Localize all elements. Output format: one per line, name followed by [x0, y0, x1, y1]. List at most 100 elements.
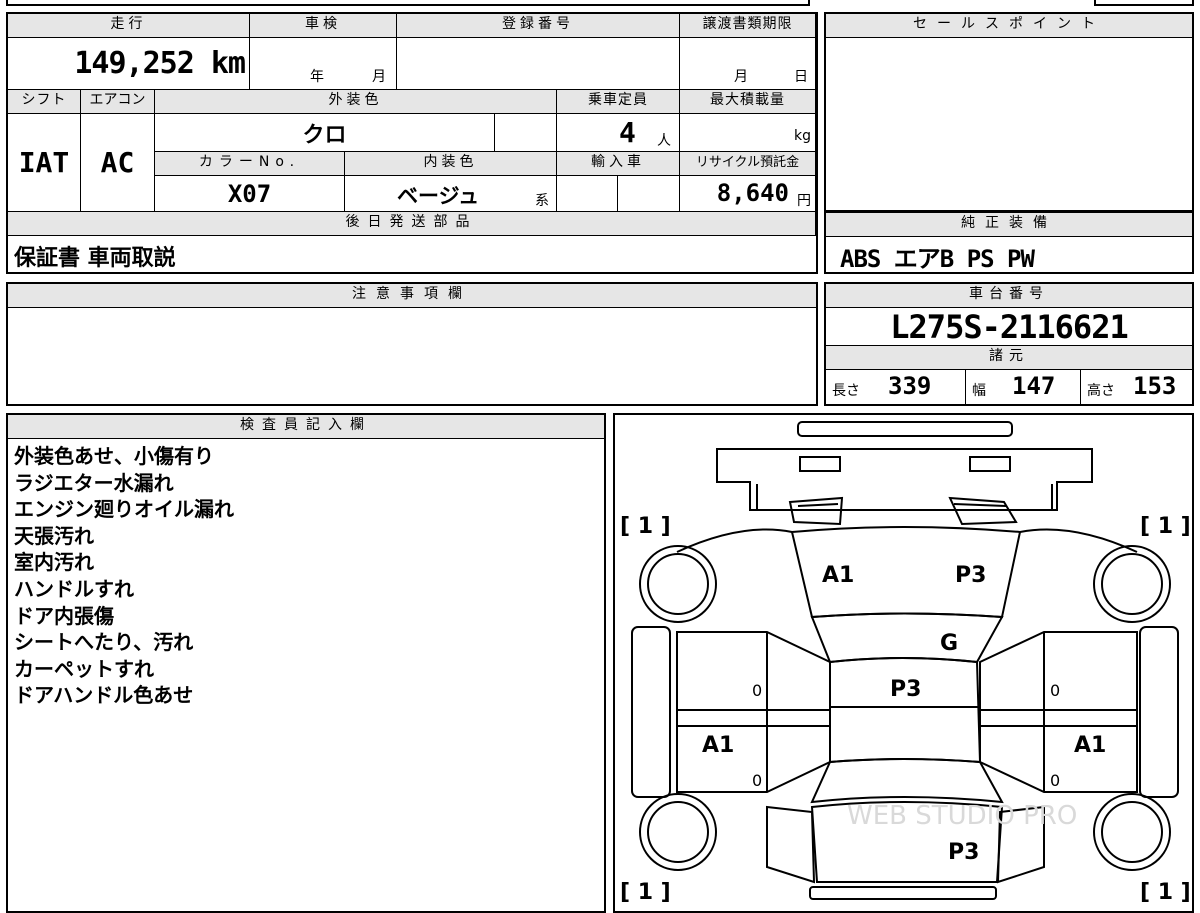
length-cell: 長さ 339 — [826, 370, 966, 404]
door-mark-left-front: 0 — [752, 681, 762, 700]
exterior-color-header: 外装色 — [155, 90, 557, 114]
left-skirt — [631, 626, 671, 798]
list-item: ドア内張傷 — [14, 603, 114, 628]
length-value: 339 — [888, 372, 932, 400]
wheel-rear-right-inner — [1101, 801, 1163, 863]
door-mark-right-front: 0 — [1050, 681, 1060, 700]
shift-value: IAT — [8, 114, 81, 212]
front-fenders — [676, 528, 1138, 553]
list-item: ハンドルすれ — [14, 576, 134, 601]
interior-color-suffix: 系 — [535, 193, 549, 209]
shaken-header: 車検 — [250, 14, 397, 38]
height-cell: 高さ 153 — [1081, 370, 1192, 404]
left-door-split — [677, 709, 830, 727]
wheel-front-right — [1093, 545, 1171, 623]
right-skirt — [1139, 626, 1179, 798]
interior-color-header: 内装色 — [345, 152, 557, 176]
list-item: ドアハンドル色あせ — [14, 683, 194, 708]
rear-quarter-left — [766, 805, 816, 884]
registration-header: 登録番号 — [397, 14, 680, 38]
mileage-unit: km — [210, 46, 246, 81]
mileage-value: 149,252 km — [74, 46, 246, 81]
width-cell: 幅 147 — [966, 370, 1081, 404]
inspector-header: 検査員記入欄 — [8, 415, 604, 439]
equipment-box: 純正装備 ABS エアB PS PW — [824, 211, 1194, 274]
height-value: 153 — [1133, 372, 1177, 400]
tire-fr-grade: [ 1 ] — [1140, 514, 1191, 539]
shaken-month-label: 月 — [372, 69, 386, 85]
list-item: シートへたり、汚れ — [14, 630, 194, 655]
recycle-value: 8,640 — [716, 179, 789, 207]
max-load-header: 最大積載量 — [680, 90, 816, 114]
rear-bumper — [809, 886, 997, 900]
recycle-header: リサイクル預託金 — [680, 152, 816, 176]
interior-color-cell: ベージュ 系 — [345, 176, 557, 212]
watermark: WEB STUDIO PRO — [847, 801, 1077, 831]
headlight-left — [799, 456, 841, 472]
tire-rl-grade: [ 1 ] — [620, 880, 671, 905]
width-value: 147 — [1012, 372, 1056, 400]
aircon-value: AC — [81, 114, 155, 212]
wheel-rear-left-inner — [647, 801, 709, 863]
shaken-year-label: 年 — [310, 69, 324, 85]
max-load-unit: kg — [794, 128, 811, 144]
roof-mark: P3 — [890, 677, 921, 702]
exterior-color-value: クロ — [155, 114, 495, 152]
registration-cell — [397, 38, 680, 90]
recycle-cell: 8,640 円 — [680, 176, 816, 212]
hood-right-mark: P3 — [955, 563, 986, 588]
right-side — [979, 631, 1138, 793]
capacity-header: 乗車定員 — [557, 90, 680, 114]
list-item: 外装色あせ、小傷有り — [14, 444, 214, 468]
sales-point-header: セールスポイント — [826, 14, 1192, 38]
exterior-color-extra — [495, 114, 557, 152]
front-bumper — [797, 421, 1013, 437]
caution-box: 注意事項欄 — [6, 282, 818, 406]
inspector-box: 検査員記入欄 外装色あせ、小傷有り ラジエター水漏れ エンジン廻りオイル漏れ 天… — [6, 413, 606, 913]
transfer-month-label: 月 — [734, 69, 748, 85]
top-strip-right — [1094, 0, 1194, 6]
width-label: 幅 — [972, 383, 986, 399]
equipment-header: 純正装備 — [826, 213, 1192, 237]
color-no-header: カラーNo. — [155, 152, 345, 176]
wheel-front-right-inner — [1101, 553, 1163, 615]
list-item: エンジン廻りオイル漏れ — [14, 497, 234, 522]
tire-fl-grade: [ 1 ] — [620, 514, 671, 539]
chassis-number: L275S-2116621 — [826, 308, 1192, 346]
list-item: ラジエター水漏れ — [14, 470, 174, 495]
sales-point-box: セールスポイント — [824, 12, 1194, 212]
length-label: 長さ — [832, 383, 860, 399]
mileage-cell: 149,252 km — [8, 38, 250, 90]
left-side-mark: A1 — [702, 733, 734, 758]
headlight-right — [969, 456, 1011, 472]
capacity-value: 4 — [619, 116, 636, 149]
later-parts-header: 後日発送部品 — [8, 212, 816, 236]
import-cell-a — [557, 176, 618, 212]
rear-window — [810, 758, 1004, 804]
door-mark-left-rear: 0 — [752, 771, 762, 790]
chassis-header: 車台番号 — [826, 284, 1192, 308]
right-side-mark: A1 — [1074, 733, 1106, 758]
transfer-deadline-cell: 月 日 — [680, 38, 816, 90]
windshield — [810, 612, 1004, 664]
grille-lines — [797, 503, 1007, 507]
later-parts-value: 保証書 車両取説 — [14, 246, 176, 271]
wheel-rear-left — [639, 793, 717, 871]
left-side — [676, 631, 831, 793]
spec-header: 諸元 — [826, 346, 1192, 370]
recycle-unit: 円 — [797, 193, 811, 209]
interior-color-value: ベージュ — [397, 184, 480, 208]
wheel-front-left-inner — [647, 553, 709, 615]
front-panel — [716, 448, 1093, 511]
shaken-cell: 年 月 — [250, 38, 397, 90]
roof — [829, 657, 982, 764]
chassis-box: 車台番号 L275S-2116621 諸元 長さ 339 幅 147 高さ 15… — [824, 282, 1194, 406]
import-cell-b — [618, 176, 680, 212]
car-diagram: [ 1 ] [ 1 ] [ 1 ] [ 1 ] A1 P3 G P3 A1 A1… — [620, 421, 1191, 905]
max-load-cell: kg — [680, 114, 816, 152]
rear-mark: P3 — [948, 840, 979, 865]
right-door-split — [980, 709, 1137, 727]
tire-rr-grade: [ 1 ] — [1140, 880, 1191, 905]
damage-diagram-box: [ 1 ] [ 1 ] [ 1 ] [ 1 ] A1 P3 G P3 A1 A1… — [613, 413, 1194, 913]
list-item: 室内汚れ — [14, 550, 94, 575]
